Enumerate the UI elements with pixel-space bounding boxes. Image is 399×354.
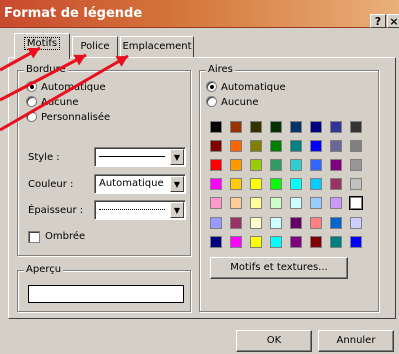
color-swatch[interactable] [290,197,302,209]
color-swatch[interactable] [310,140,322,152]
color-swatch[interactable] [350,217,362,229]
color-swatch[interactable] [270,159,282,171]
color-swatch[interactable] [270,217,282,229]
color-swatch[interactable] [350,140,362,152]
tab-panel-motifs: Bordure Automatique Aucune Personnalisée… [8,57,396,319]
group-apercu: Aperçu [17,264,191,312]
color-swatch[interactable] [330,236,342,248]
apercu-preview [28,285,184,303]
group-bordure-legend: Bordure [24,64,68,75]
color-swatch[interactable] [290,121,302,133]
color-swatch[interactable] [350,178,362,190]
couleur-value: Automatique [99,178,164,189]
color-swatch[interactable] [270,121,282,133]
color-swatch[interactable] [250,159,262,171]
color-swatch[interactable] [330,197,342,209]
cancel-button[interactable]: Annuler [318,330,394,352]
color-swatch[interactable] [210,197,222,209]
ombree-checkbox[interactable] [28,231,40,243]
radio-aires-automatique[interactable]: Automatique [206,81,286,95]
chevron-down-icon[interactable]: ▼ [170,149,184,165]
couleur-combo[interactable]: Automatique ▼ [94,174,186,194]
color-swatch[interactable] [250,178,262,190]
color-swatch[interactable] [350,159,362,171]
radio-bordure-personnalisee[interactable]: Personnalisée [26,111,110,125]
color-swatch[interactable] [250,121,262,133]
color-swatch[interactable] [210,159,222,171]
window-title: Format de légende [4,6,143,21]
color-swatch[interactable] [270,236,282,248]
style-combo[interactable]: ▼ [94,147,186,167]
color-swatch[interactable] [210,178,222,190]
color-swatch[interactable] [250,140,262,152]
color-swatch[interactable] [290,236,302,248]
radio-icon [206,81,217,92]
radio-icon [26,96,37,107]
tab-emplacement[interactable]: Emplacement [120,36,194,58]
color-swatch[interactable] [230,236,242,248]
color-swatch[interactable] [210,217,222,229]
help-button[interactable]: ? [370,14,386,28]
radio-bordure-aucune[interactable]: Aucune [26,96,79,110]
color-swatch[interactable] [330,178,342,190]
color-swatch[interactable] [210,140,222,152]
radio-icon [206,96,217,107]
group-bordure: Bordure Automatique Aucune Personnalisée… [17,64,191,256]
color-swatch[interactable] [250,217,262,229]
motifs-textures-button[interactable]: Motifs et textures... [210,257,348,279]
radio-icon [26,81,37,92]
color-swatch[interactable] [310,197,322,209]
color-swatch[interactable] [310,121,322,133]
color-swatch[interactable] [230,178,242,190]
color-swatch[interactable] [230,121,242,133]
color-swatch[interactable] [290,159,302,171]
tab-strip: Motifs Police Emplacement [0,30,399,59]
color-swatch[interactable] [310,236,322,248]
color-swatch[interactable] [330,140,342,152]
epaisseur-label: Épaisseur : [28,205,84,216]
epaisseur-combo[interactable]: ▼ [94,200,186,220]
color-swatch[interactable] [290,217,302,229]
color-swatch[interactable] [330,159,342,171]
color-swatch[interactable] [330,121,342,133]
thin-line-sample [99,209,165,210]
color-swatch[interactable] [230,159,242,171]
color-swatch[interactable] [330,217,342,229]
radio-bordure-automatique[interactable]: Automatique [26,81,106,95]
color-swatch[interactable] [230,197,242,209]
color-swatch[interactable] [250,236,262,248]
close-button[interactable]: × [387,14,399,28]
style-label: Style : [28,152,60,163]
group-apercu-legend: Aperçu [24,264,64,275]
color-swatch[interactable] [310,159,322,171]
color-swatch[interactable] [270,197,282,209]
color-swatch[interactable] [310,217,322,229]
couleur-label: Couleur : [28,179,74,190]
color-swatch[interactable] [290,140,302,152]
color-swatch[interactable] [230,217,242,229]
ok-button[interactable]: OK [236,330,312,352]
tab-police[interactable]: Police [72,36,118,58]
color-swatch[interactable] [349,196,363,210]
group-aires: Aires Automatique Aucune Motifs et textu… [199,64,379,312]
color-swatch[interactable] [290,178,302,190]
solid-line-sample [99,156,165,157]
color-swatch[interactable] [210,121,222,133]
radio-icon [26,111,37,122]
color-swatch[interactable] [270,178,282,190]
color-swatch[interactable] [270,140,282,152]
group-aires-legend: Aires [206,64,235,75]
color-swatch[interactable] [210,236,222,248]
radio-aires-aucune[interactable]: Aucune [206,96,259,110]
ombree-label: Ombrée [45,231,86,242]
color-swatch[interactable] [350,236,362,248]
color-swatch[interactable] [310,178,322,190]
color-swatch[interactable] [350,121,362,133]
color-swatch[interactable] [230,140,242,152]
tab-motifs[interactable]: Motifs [14,33,70,59]
chevron-down-icon[interactable]: ▼ [170,202,184,218]
chevron-down-icon[interactable]: ▼ [170,176,184,192]
title-bar: Format de légende [0,0,399,28]
color-swatch[interactable] [250,197,262,209]
